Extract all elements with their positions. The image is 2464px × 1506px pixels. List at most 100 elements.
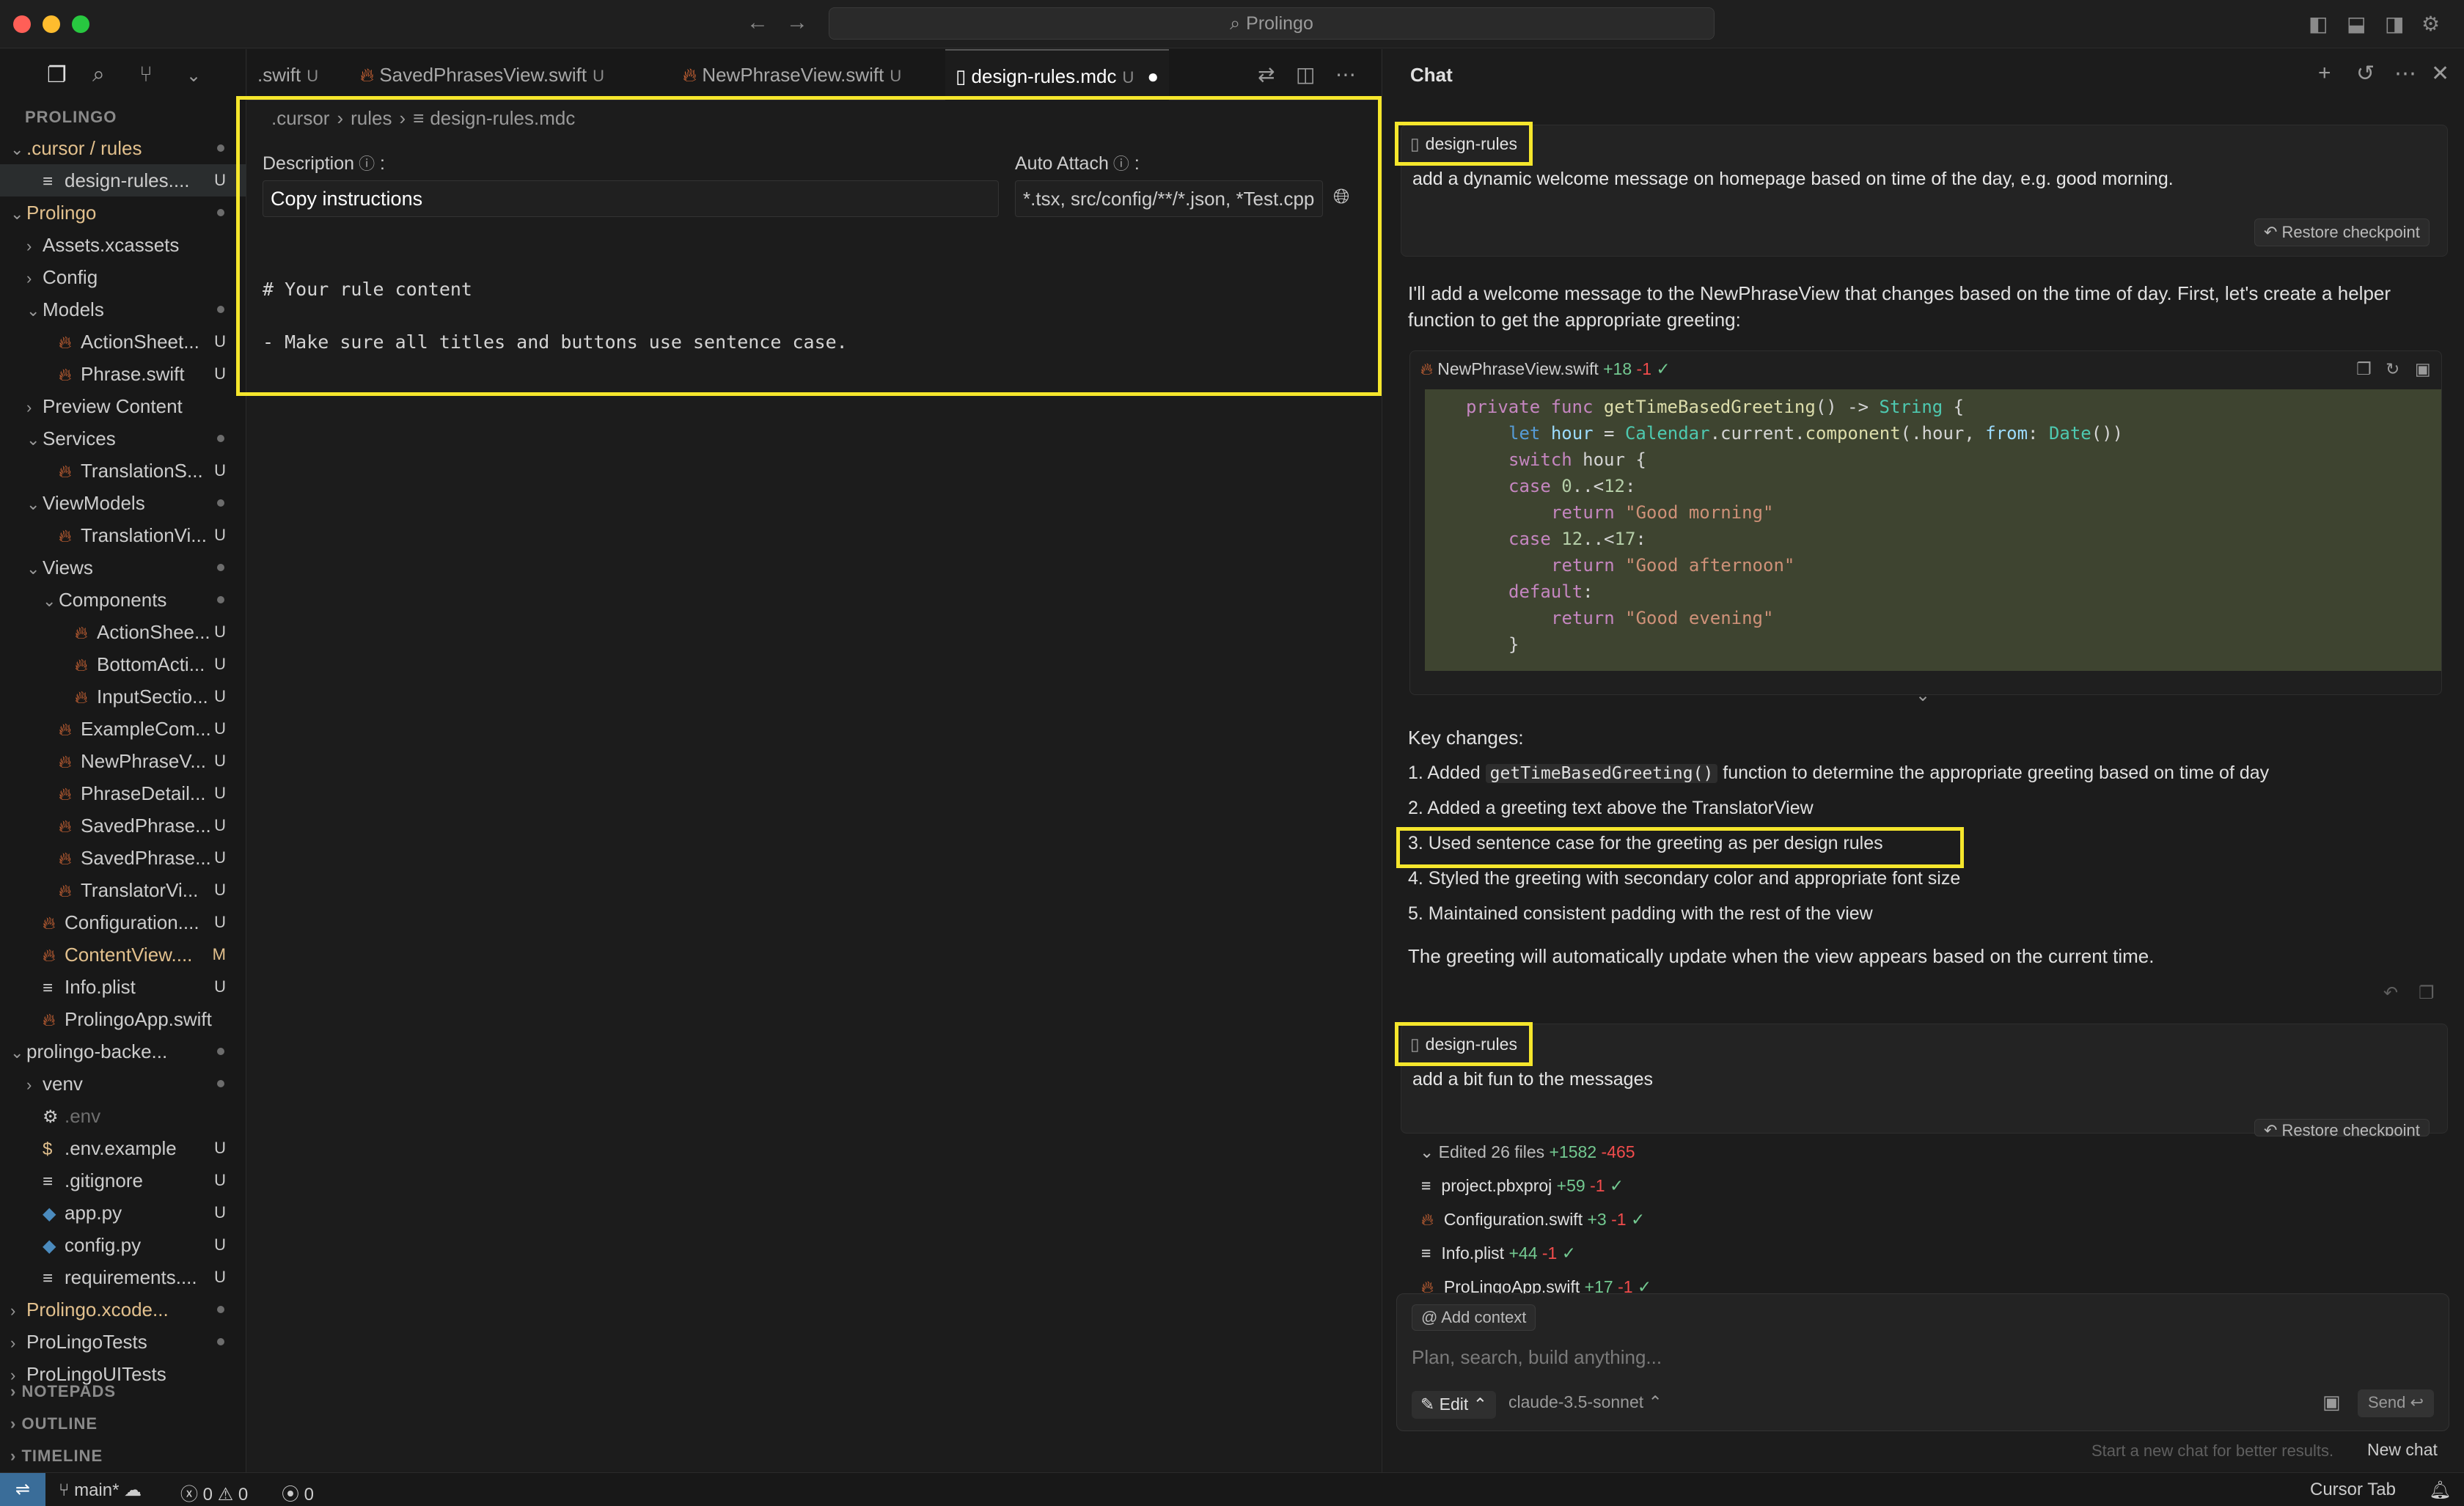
search-icon[interactable]: ⌕ <box>92 62 105 87</box>
file-tree-item[interactable]: ⚙ .env <box>0 1100 246 1132</box>
remote-icon[interactable]: ⇌ <box>0 1473 45 1506</box>
chevron-down-icon[interactable]: ⌄ <box>186 65 201 87</box>
restore-checkpoint-button[interactable]: ↶ Restore checkpoint <box>2254 1119 2430 1136</box>
command-search-bar[interactable]: ⌕ Prolingo <box>829 7 1715 40</box>
edited-file-item[interactable]: 🔥︎ Configuration.swift +3 -1 ✓ <box>1421 1210 1645 1230</box>
ports-indicator[interactable]: ⦿ 0 <box>282 1480 314 1505</box>
copy-icon[interactable]: ❐ <box>2419 982 2435 1004</box>
file-tree-item[interactable]: › Preview Content <box>0 390 246 422</box>
file-tree-item[interactable]: ◆ config.py U <box>0 1229 246 1261</box>
info-icon[interactable]: ⓘ <box>1113 155 1129 173</box>
file-tree-item[interactable]: › venv <box>0 1068 246 1100</box>
file-tree-item[interactable]: 🔥︎ Phrase.swift U <box>0 358 246 390</box>
file-tree-item[interactable]: 🔥︎ TranslatorVi... U <box>0 874 246 906</box>
file-tree-item[interactable]: 🔥︎ ProlingoApp.swift <box>0 1003 246 1035</box>
send-button[interactable]: Send ↩ <box>2358 1389 2434 1417</box>
info-icon[interactable]: ⓘ <box>359 155 375 173</box>
file-tree-item[interactable]: ⌄ ViewModels <box>0 487 246 519</box>
history-icon[interactable]: ↺ <box>2356 61 2375 87</box>
file-tree-item[interactable]: 🔥︎ BottomActi... U <box>0 648 246 680</box>
rule-chip[interactable]: ▯ design-rules <box>1395 1022 1533 1066</box>
file-tree-item[interactable]: › ProLingoTests <box>0 1326 246 1358</box>
git-branch[interactable]: ⑂ main* ☁ <box>59 1480 142 1501</box>
file-tree-item[interactable]: 🔥︎ TranslationVi... U <box>0 519 246 551</box>
settings-gear-icon[interactable]: ⚙ <box>2421 12 2440 36</box>
rule-chip[interactable]: ▯ design-rules <box>1395 122 1533 166</box>
breadcrumb-item[interactable]: rules <box>351 107 392 129</box>
breadcrumb-item[interactable]: .cursor <box>271 107 329 129</box>
file-tree-item[interactable]: 🔥︎ PhraseDetail... U <box>0 777 246 809</box>
file-tree-item[interactable]: ⌄ Components <box>0 584 246 616</box>
new-chat-link[interactable]: New chat <box>2367 1440 2438 1460</box>
model-selector[interactable]: claude-3.5-sonnet ⌃ <box>1508 1392 1662 1412</box>
code-block[interactable]: private func getTimeBasedGreeting() -> S… <box>1425 389 2441 671</box>
file-tree-item[interactable]: 🔥︎ TranslationS... U <box>0 455 246 487</box>
file-tree-item[interactable]: 🔥︎ InputSectio... U <box>0 680 246 713</box>
file-tree-item[interactable]: ⌄ .cursor / rules <box>0 132 246 164</box>
sidebar-section-notepads[interactable]: › NOTEPADS <box>0 1375 246 1408</box>
rule-content-heading[interactable]: # Your rule content <box>263 279 472 300</box>
file-tree-item[interactable]: 🔥︎ Configuration.... U <box>0 906 246 939</box>
file-tree-item[interactable]: ⌄ Models <box>0 293 246 326</box>
editor-tab[interactable]: .swift U <box>247 49 329 100</box>
toggle-sidebar-icon[interactable]: ◧ <box>2309 12 2328 36</box>
code-file-name[interactable]: NewPhraseView.swift <box>1437 359 1598 378</box>
editor-tab[interactable]: 🔥︎ NewPhraseView.swift U <box>672 49 912 100</box>
close-window-button[interactable] <box>13 15 31 33</box>
copy-icon[interactable]: ❐ <box>2356 351 2372 386</box>
file-tree-item[interactable]: 🔥︎ ActionSheet... U <box>0 326 246 358</box>
image-icon[interactable]: ▣ <box>2322 1391 2341 1414</box>
explorer-files-icon[interactable]: ❐ <box>47 62 67 88</box>
sidebar-section-timeline[interactable]: › TIMELINE <box>0 1440 246 1472</box>
file-tree-item[interactable]: 🔥︎ NewPhraseV... U <box>0 745 246 777</box>
file-tree-item[interactable]: 🔥︎ ActionShee... U <box>0 616 246 648</box>
description-input[interactable] <box>263 180 999 217</box>
file-tree-item[interactable]: ≡ requirements.... U <box>0 1261 246 1293</box>
mode-selector[interactable]: ✎ Edit ⌃ <box>1412 1391 1496 1419</box>
forward-arrow-icon[interactable]: → <box>786 10 808 35</box>
edited-file-item[interactable]: ≡ project.pbxproj +59 -1 ✓ <box>1421 1176 1624 1196</box>
apply-icon[interactable]: ▣ <box>2415 351 2431 386</box>
edited-file-item[interactable]: 🔥︎ ProLingoApp.swift +17 -1 ✓ <box>1421 1277 1651 1293</box>
split-editor-icon[interactable]: ◫ <box>1296 62 1315 87</box>
file-tree-item[interactable]: 🔥︎ SavedPhrase... U <box>0 809 246 842</box>
globe-icon[interactable]: 🌐︎ <box>1333 185 1349 209</box>
toggle-secondary-sidebar-icon[interactable]: ◨ <box>2385 12 2404 36</box>
compare-changes-icon[interactable]: ⇄ <box>1258 62 1275 87</box>
undo-icon[interactable]: ↶ <box>2383 982 2398 1004</box>
source-control-icon[interactable]: ⑂ <box>139 62 153 87</box>
file-tree-item[interactable]: › Config <box>0 261 246 293</box>
sidebar-section-outline[interactable]: › OUTLINE <box>0 1408 246 1440</box>
file-tree-item[interactable]: › Prolingo.xcode... <box>0 1293 246 1326</box>
breadcrumb-item[interactable]: design-rules.mdc <box>430 107 575 129</box>
minimize-window-button[interactable] <box>43 15 60 33</box>
refresh-icon[interactable]: ↻ <box>2386 351 2399 386</box>
file-tree-item[interactable]: › Assets.xcassets <box>0 229 246 261</box>
toggle-panel-icon[interactable]: ⬓ <box>2347 12 2366 36</box>
file-tree-item[interactable]: ⌄ Prolingo <box>0 196 246 229</box>
editor-tab[interactable]: ▯ design-rules.mdc U ● <box>945 49 1170 100</box>
chevron-down-icon[interactable]: ⌄ <box>1915 685 1930 706</box>
auto-attach-input[interactable] <box>1015 180 1323 217</box>
close-icon[interactable]: ✕ <box>2431 61 2449 87</box>
zoom-window-button[interactable] <box>72 15 89 33</box>
cursor-tab-status[interactable]: Cursor Tab <box>2310 1480 2396 1500</box>
more-actions-icon[interactable]: ⋯ <box>1335 62 1356 87</box>
back-arrow-icon[interactable]: ← <box>747 10 769 35</box>
file-tree-item[interactable]: 🔥︎ SavedPhrase... U <box>0 842 246 874</box>
file-tree-item[interactable]: ◆ app.py U <box>0 1197 246 1229</box>
file-tree-item[interactable]: ≡ design-rules.... U <box>0 164 246 196</box>
file-tree-item[interactable]: 🔥︎ ContentView.... M <box>0 939 246 971</box>
problems-indicator[interactable]: ⓧ 0 ⚠ 0 <box>180 1480 248 1505</box>
file-tree-item[interactable]: ⌄ Views <box>0 551 246 584</box>
bell-icon[interactable]: 🔔︎ <box>2429 1480 2451 1501</box>
file-tree-item[interactable]: $ .env.example U <box>0 1132 246 1164</box>
rule-content-line[interactable]: - Make sure all titles and buttons use s… <box>263 331 848 353</box>
file-tree-item[interactable]: 🔥︎ ExampleCom... U <box>0 713 246 745</box>
edited-file-item[interactable]: ≡ Info.plist +44 -1 ✓ <box>1421 1244 1576 1263</box>
editor-tab[interactable]: 🔥︎ SavedPhrasesView.swift U <box>350 49 615 100</box>
file-tree-item[interactable]: ≡ Info.plist U <box>0 971 246 1003</box>
add-context-button[interactable]: @ Add context <box>1412 1304 1536 1331</box>
file-tree-item[interactable]: ⌄ prolingo-backe... <box>0 1035 246 1068</box>
plus-icon[interactable]: + <box>2318 61 2331 86</box>
